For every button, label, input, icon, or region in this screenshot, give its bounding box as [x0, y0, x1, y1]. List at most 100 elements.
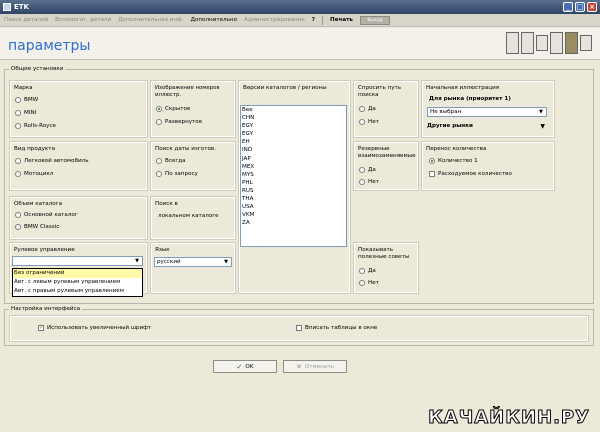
radio-illustration-hidden[interactable]: Скрытое: [156, 106, 190, 112]
radio-icon: [15, 123, 21, 129]
steering-option-left[interactable]: Авт. с левым рулевым управлением: [13, 278, 142, 287]
radio-catalog-classic[interactable]: BMW Classic: [15, 224, 59, 230]
steering-title: Рулевое управление: [14, 247, 75, 253]
page-title: параметры: [8, 38, 91, 54]
radio-icon: [359, 179, 365, 185]
search-in-panel: Поиск в локальном каталоге: [150, 196, 236, 240]
search-in-value: локальном каталоге: [158, 213, 219, 219]
checkbox-icon: [429, 171, 435, 177]
maximize-icon[interactable]: □: [575, 2, 585, 12]
list-item[interactable]: MYS: [241, 171, 346, 179]
list-item[interactable]: EGY: [241, 130, 346, 138]
product-type-title: Вид продукта: [14, 146, 55, 152]
steering-option-none[interactable]: Без ограничений: [13, 269, 142, 278]
radio-product-car[interactable]: Легковой автомобиль: [15, 158, 89, 164]
radio-catalog-main[interactable]: Основной каталог: [15, 212, 78, 218]
chevron-down-icon[interactable]: ▼: [537, 109, 545, 115]
menu-extras[interactable]: Дополнительно: [191, 17, 237, 23]
radio-icon: [156, 119, 162, 125]
date-search-title: Поиск даты изготов.: [155, 146, 216, 152]
radio-brand-bmw[interactable]: BMW: [15, 97, 38, 103]
radio-date-always[interactable]: Всегда: [156, 158, 186, 164]
list-item[interactable]: EH: [241, 138, 346, 146]
chevron-down-icon[interactable]: ▼: [133, 258, 141, 264]
list-item[interactable]: CHN: [241, 114, 346, 122]
chevron-down-icon[interactable]: ▼: [540, 123, 545, 130]
show-tips-title: Показывать полезные советы: [358, 247, 410, 260]
menu-separator: [322, 15, 324, 25]
list-item[interactable]: Bee: [241, 106, 346, 114]
header-illustration: [506, 32, 592, 54]
radio-reserved-no[interactable]: Нет: [359, 179, 379, 185]
radio-icon: [15, 171, 21, 177]
radio-reserved-yes[interactable]: Да: [359, 167, 376, 173]
radio-brand-rolls-royce[interactable]: Rolls-Royce: [15, 123, 56, 129]
checkbox-consumable-quantity[interactable]: Расходуемое количество: [429, 171, 512, 177]
cancel-button[interactable]: ✕ Отменить: [283, 360, 347, 373]
radio-product-moto[interactable]: Мотоцикл: [15, 171, 53, 177]
part-image-icon: [506, 32, 519, 54]
chevron-down-icon[interactable]: ▼: [222, 259, 230, 265]
menu-administration[interactable]: Администрирование: [244, 17, 305, 23]
menu-parts-search[interactable]: Поиск деталей: [4, 17, 48, 23]
brand-title: Марка: [14, 85, 33, 91]
steering-select[interactable]: ▼: [12, 256, 143, 266]
menu-exit-button[interactable]: Выход: [359, 15, 390, 25]
list-item[interactable]: THA: [241, 195, 346, 203]
menu-additional-info[interactable]: Дополнительная инф.: [118, 17, 183, 23]
radio-tips-no[interactable]: Нет: [359, 280, 379, 286]
radio-icon: [359, 119, 365, 125]
check-icon: ✓: [236, 362, 243, 371]
interface-settings-legend: Настройка интерфейса: [11, 306, 81, 312]
menu-aux-parts[interactable]: Вспомогат. детали: [55, 17, 111, 23]
other-markets-label[interactable]: Другие рынки: [427, 123, 473, 129]
list-item[interactable]: USA: [241, 203, 346, 211]
search-in-title: Поиск в: [155, 201, 178, 207]
steering-option-right[interactable]: Авт. с правым рулевым управлением: [13, 287, 142, 296]
catalog-versions-list[interactable]: Bee CHN EGY EGY EH IND JAP MEX MYS PHL R…: [240, 105, 347, 247]
radio-icon: [15, 158, 21, 164]
catalog-scope-title: Объем каталога: [14, 201, 63, 207]
market-select[interactable]: Не выбран ▼: [427, 107, 547, 117]
part-image-icon: [521, 32, 534, 54]
page-header: параметры: [0, 28, 600, 60]
interface-panel: ✓ Использовать увеличенный шрифт Вписать …: [9, 315, 589, 342]
language-panel: Язык: [150, 242, 236, 294]
general-settings-legend: Общие установки: [11, 66, 64, 72]
radio-icon: [359, 280, 365, 286]
list-item[interactable]: MEX: [241, 163, 346, 171]
list-item[interactable]: RUS: [241, 187, 346, 195]
checkbox-fit-tables[interactable]: Вписать таблицы в окне: [296, 325, 377, 331]
radio-brand-mini[interactable]: MINI: [15, 110, 36, 116]
menu-print[interactable]: Печать: [330, 17, 353, 23]
radio-date-on-request[interactable]: По запросу: [156, 171, 198, 177]
app-icon: [3, 3, 11, 11]
list-item[interactable]: PHL: [241, 179, 346, 187]
product-type-panel: Вид продукта Легковой автомобиль Мотоцик…: [9, 141, 148, 191]
list-item[interactable]: VKM: [241, 211, 346, 219]
menu-bar: Поиск деталей Вспомогат. детали Дополнит…: [0, 14, 600, 27]
minimize-icon[interactable]: _: [563, 2, 573, 12]
checkbox-large-font[interactable]: ✓ Использовать увеличенный шрифт: [38, 325, 151, 331]
radio-ask-yes[interactable]: Да: [359, 106, 376, 112]
window-title: ETK: [14, 3, 29, 11]
title-bar: ETK _ □ ×: [0, 0, 600, 14]
radio-illustration-expanded[interactable]: Развернутое: [156, 119, 202, 125]
list-item[interactable]: IND: [241, 146, 346, 154]
list-item[interactable]: JAP: [241, 155, 346, 163]
illustration-numbers-panel: Изображение номеров иллюстр. Скрытое Раз…: [150, 80, 236, 138]
ok-button[interactable]: ✓ OK: [213, 360, 277, 373]
tool-image-icon: [565, 32, 578, 54]
part-image-icon: [580, 35, 592, 51]
radio-ask-no[interactable]: Нет: [359, 119, 379, 125]
language-title: Язык: [155, 247, 170, 253]
list-item[interactable]: EGY: [241, 122, 346, 130]
radio-tips-yes[interactable]: Да: [359, 268, 376, 274]
radio-quantity-one[interactable]: Количество 1: [429, 158, 478, 164]
language-select[interactable]: русский ▼: [154, 257, 232, 267]
close-icon: ✕: [295, 362, 302, 371]
menu-help[interactable]: ?: [312, 17, 315, 23]
list-item[interactable]: ZA: [241, 219, 346, 227]
close-icon[interactable]: ×: [587, 2, 597, 12]
radio-icon: [156, 106, 162, 112]
